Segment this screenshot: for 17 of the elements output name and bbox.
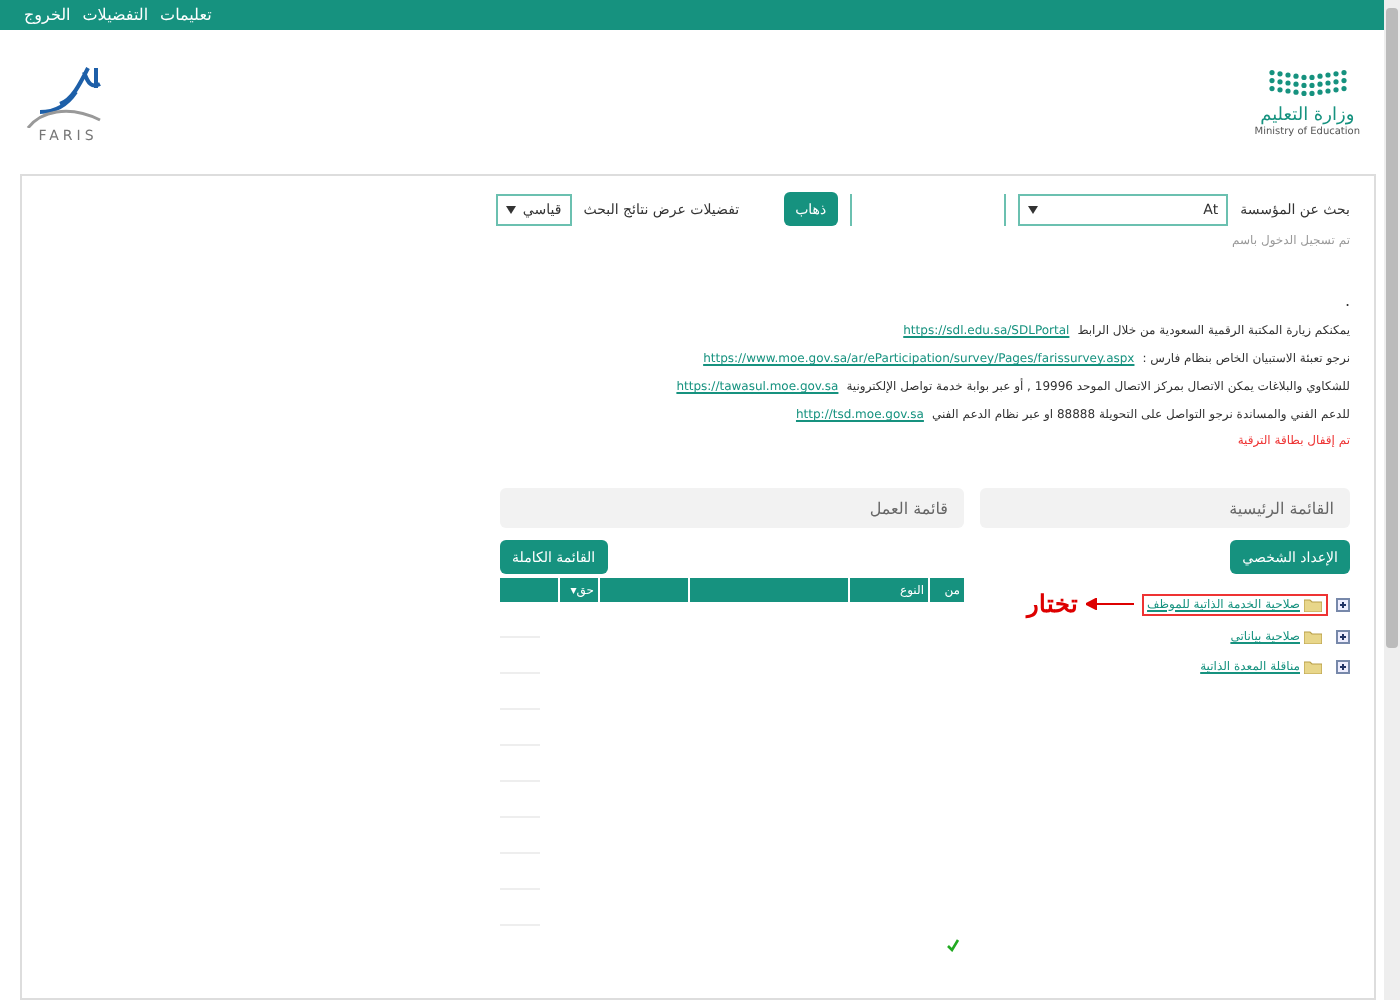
top-bar-link[interactable]: تعليمات [160, 6, 212, 24]
scrollbar[interactable] [1384, 0, 1400, 1000]
plus-icon[interactable] [1336, 597, 1350, 611]
dropdown-caret-icon [1028, 205, 1039, 213]
top-bar-link[interactable]: الخروج [24, 6, 71, 24]
annotation-arrow-icon [1085, 598, 1134, 610]
folder-icon [1304, 597, 1322, 611]
dropdown-caret-icon [505, 205, 516, 213]
top-bar-link[interactable]: التفضيلات [82, 6, 149, 24]
main-menu-header: القائمة الرئيسية [980, 488, 1350, 528]
work-list-header: قائمة العمل [500, 488, 964, 528]
dot-text: . [1342, 292, 1350, 310]
ministry-name: وزارة التعليم [1260, 106, 1355, 126]
annotation-text: تختار [1027, 590, 1078, 618]
plus-icon[interactable] [1336, 630, 1350, 644]
checkmark-icon [946, 938, 960, 952]
plus-icon[interactable] [1336, 660, 1350, 674]
